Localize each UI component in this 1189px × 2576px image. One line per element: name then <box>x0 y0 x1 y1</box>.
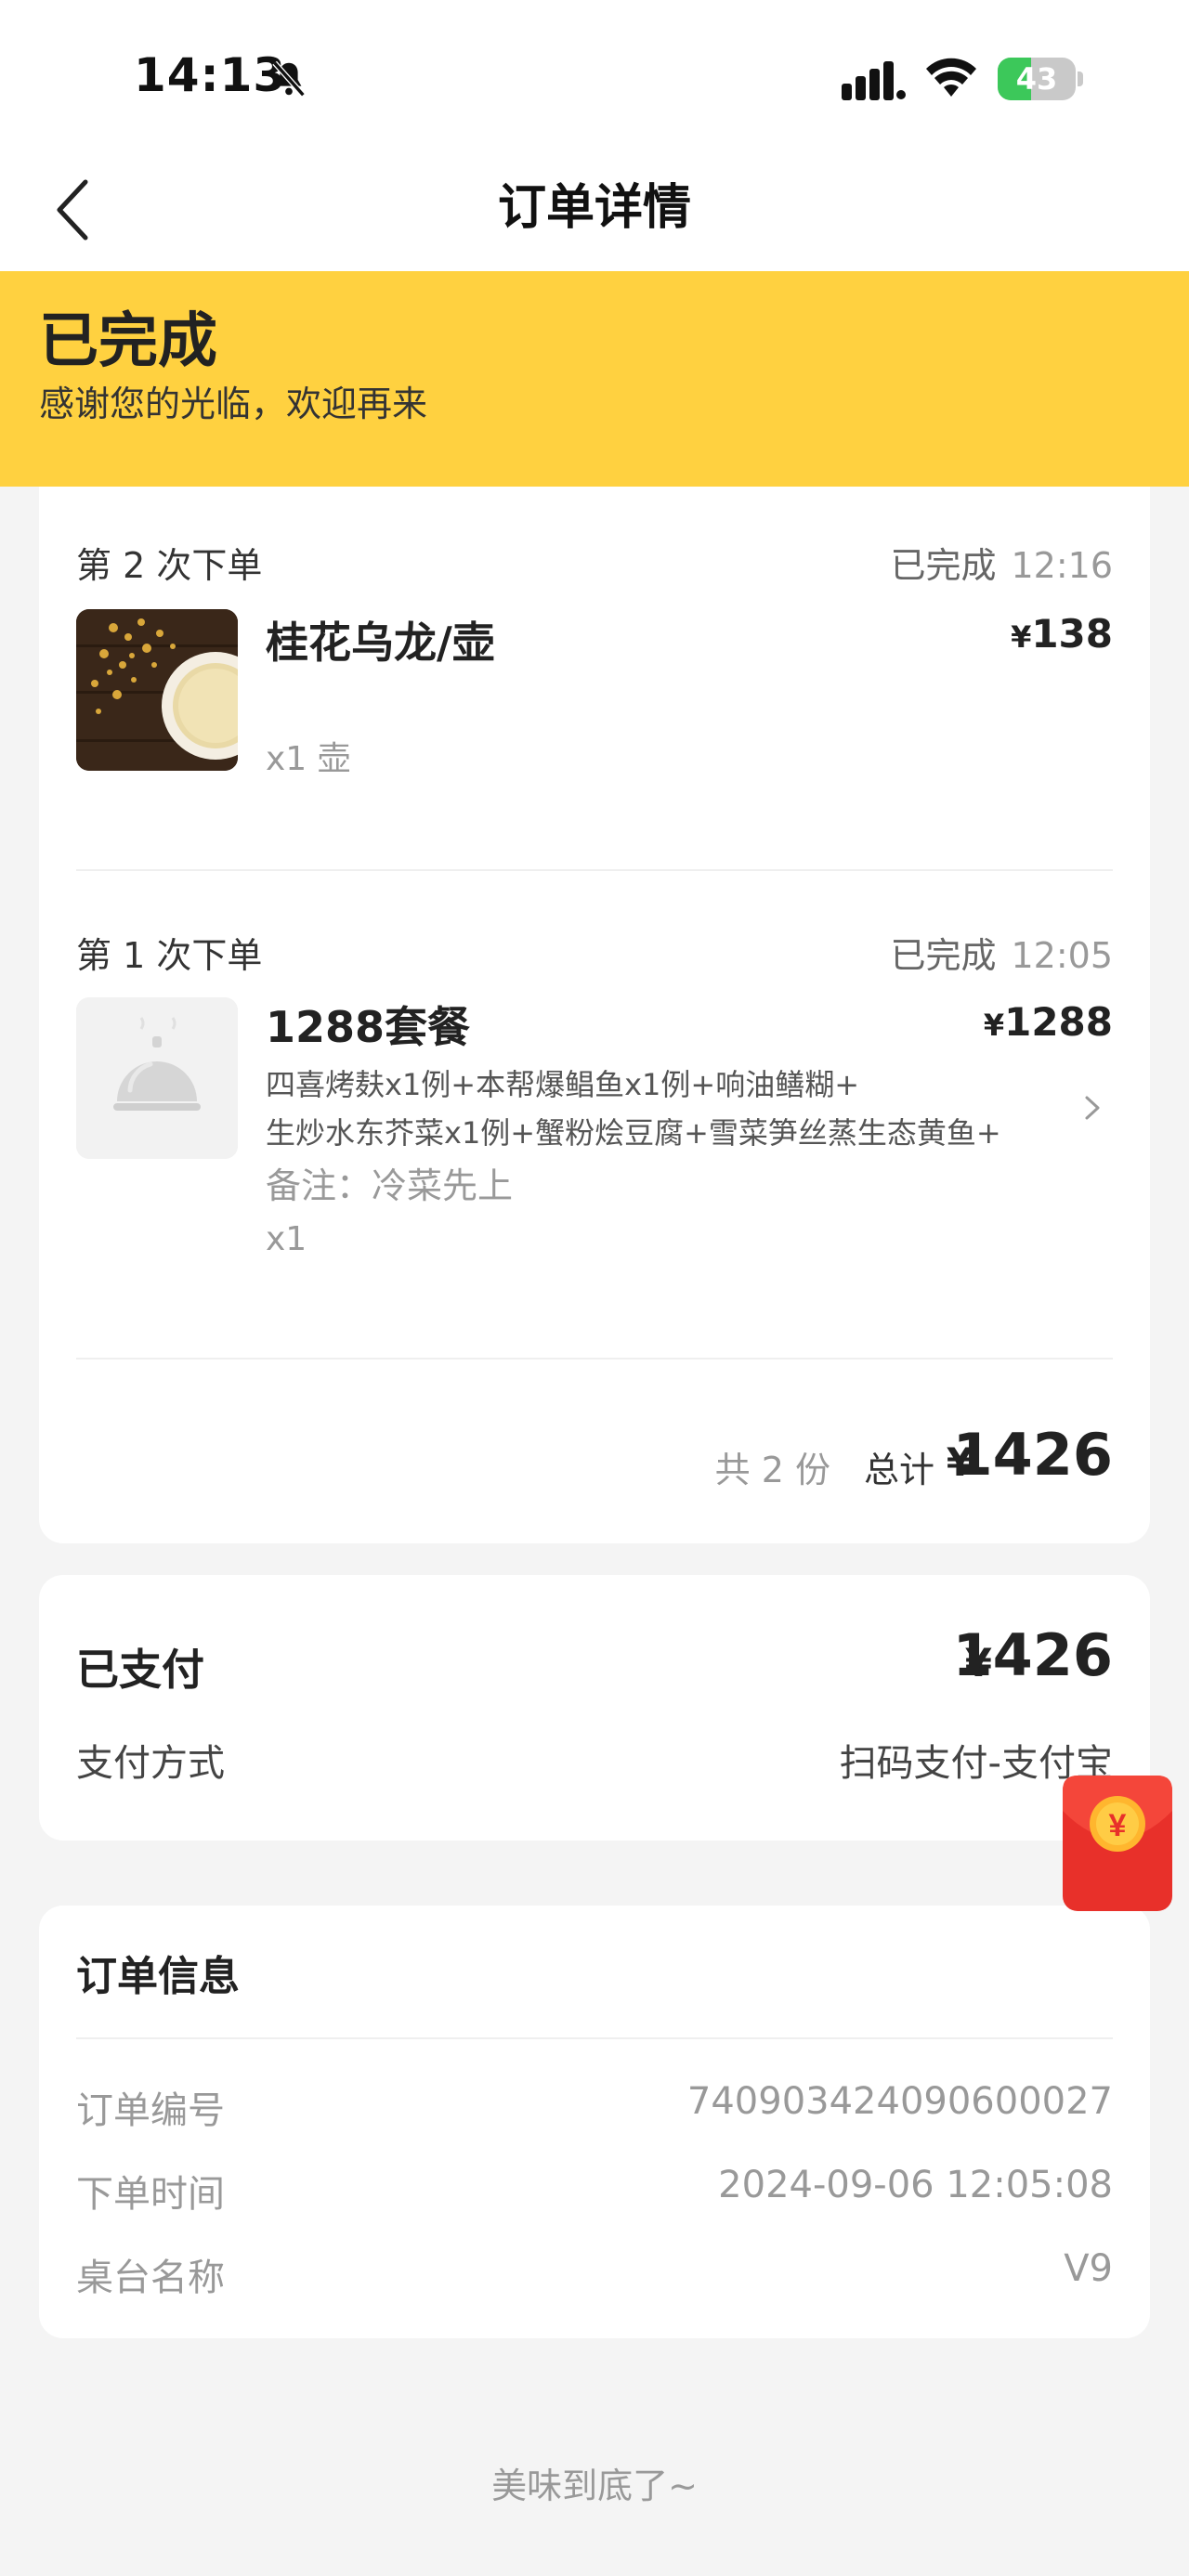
cellular-signal-icon <box>842 61 906 100</box>
red-packet-icon[interactable]: ¥ <box>1061 1774 1174 1913</box>
item-count: 共 2 份 <box>714 1450 830 1490</box>
bell-muted-icon <box>272 60 306 98</box>
round-status-time: 12:16 <box>1011 545 1113 586</box>
battery-body: 43 <box>998 58 1076 100</box>
item-price: ¥1288 <box>984 999 1113 1045</box>
order-time-label: 下单时间 <box>76 2173 225 2216</box>
item-name: 1288套餐 <box>266 1002 471 1052</box>
round-status-text: 已完成 <box>890 545 997 586</box>
order-time-value: 2024-09-06 12:05:08 <box>718 2164 1113 2206</box>
set-meal-description: 生炒水东芥菜x1例+蟹粉烩豆腐+雪菜笋丝蒸生态黄鱼+ <box>266 1115 1001 1151</box>
status-time: 14:13 <box>134 48 287 102</box>
total-label: 总计 <box>863 1450 934 1490</box>
set-meal-thumbnail <box>76 997 238 1159</box>
order-number-label: 订单编号 <box>76 2089 225 2132</box>
round-status-text: 已完成 <box>890 935 997 976</box>
battery-indicator: 43 <box>998 58 1083 100</box>
price-currency: ¥ <box>1011 619 1032 655</box>
nav-bar: 订单详情 <box>0 158 1189 271</box>
order-status-subtitle: 感谢您的光临，欢迎再来 <box>39 384 428 424</box>
order-round-status: 已完成 12:16 <box>890 537 1113 588</box>
end-of-page-text: 美味到底了~ <box>491 2465 698 2506</box>
order-info-card: 订单信息 订单编号 740903424090600027 下单时间 2024-0… <box>39 1906 1150 2338</box>
dish-cover-icon <box>76 997 238 1159</box>
section-divider <box>76 869 1113 871</box>
order-number-value: 740903424090600027 <box>686 2080 1113 2123</box>
tea-image-icon <box>76 609 238 771</box>
price-value: 138 <box>1031 611 1113 657</box>
item-name: 桂花乌龙/壶 <box>266 618 495 668</box>
chevron-right-icon[interactable] <box>1081 1092 1104 1124</box>
section-divider <box>76 2037 1113 2039</box>
order-items-card: 第 2 次下单 已完成 12:16 桂花乌龙/壶 ¥138 x1 壶 第 1 次… <box>39 487 1150 1543</box>
set-meal-description: 四喜烤麸x1例+本帮爆鲳鱼x1例+响油鳝糊+ <box>266 1067 860 1102</box>
payment-amount: 1426 <box>952 1621 1113 1689</box>
order-status-title: 已完成 <box>39 307 217 376</box>
item-price: ¥138 <box>1011 611 1113 657</box>
payment-method-label: 支付方式 <box>76 1742 225 1785</box>
price-currency: ¥ <box>983 1008 1005 1043</box>
total-amount: 1426 <box>952 1421 1113 1489</box>
table-name-label: 桌台名称 <box>76 2257 225 2299</box>
table-name-value: V9 <box>1064 2247 1113 2290</box>
tea-thumbnail <box>76 609 238 771</box>
round-status-time: 12:05 <box>1011 935 1113 976</box>
payment-status: 已支付 <box>76 1645 204 1695</box>
order-info-title: 订单信息 <box>76 1953 240 2000</box>
battery-tip <box>1078 72 1083 86</box>
item-note: 备注：冷菜先上 <box>266 1165 514 1206</box>
wifi-icon <box>926 58 976 97</box>
order-round-label: 第 2 次下单 <box>76 545 263 586</box>
payment-card: 已支付 ¥ 1426 支付方式 扫码支付-支付宝 <box>39 1575 1150 1841</box>
status-banner: 已完成 感谢您的光临，欢迎再来 <box>0 271 1189 487</box>
svg-text:¥: ¥ <box>1109 1808 1127 1843</box>
item-quantity: x1 <box>266 1220 307 1258</box>
item-quantity: x1 壶 <box>266 740 351 778</box>
battery-percent: 43 <box>1015 61 1058 97</box>
section-divider <box>76 1358 1113 1360</box>
order-round-label: 第 1 次下单 <box>76 935 263 976</box>
price-value: 1288 <box>1004 999 1113 1045</box>
order-round-status: 已完成 12:05 <box>890 927 1113 978</box>
order-detail-page: 14:13 43 订单详情 已完成 感谢您的光临，欢迎再来 第 2 次下单 已完… <box>0 0 1189 2576</box>
page-title: 订单详情 <box>497 180 691 236</box>
status-bar: 14:13 43 <box>0 0 1189 158</box>
